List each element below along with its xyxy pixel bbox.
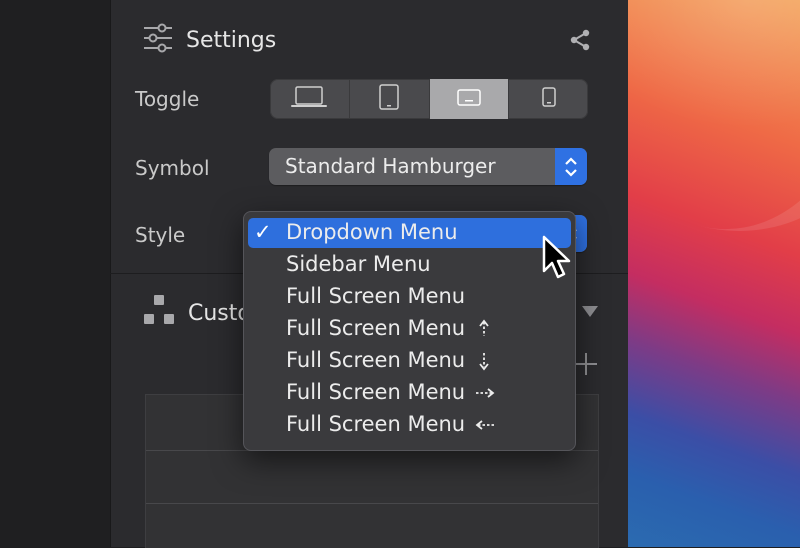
menu-item-full-screen-menu-up[interactable]: Full Screen Menu [248,314,571,344]
settings-header: Settings [142,20,276,60]
arrow-left-icon [474,417,496,436]
custom-section-title: Custo [188,300,251,326]
toggle-tablet-landscape-button[interactable] [429,79,510,119]
device-toggle [270,79,588,119]
symbol-select[interactable]: Standard Hamburger [269,148,587,185]
style-label: Style [135,223,186,247]
menu-item-label: Dropdown Menu [286,220,458,244]
menu-item-label: Full Screen Menu [286,412,466,436]
toggle-tablet-button[interactable] [350,79,430,119]
arrow-up-icon [478,319,490,343]
laptop-icon [289,84,329,114]
menu-item-full-screen-menu[interactable]: Full Screen Menu [248,282,571,312]
share-icon[interactable] [568,28,592,52]
symbol-select-value: Standard Hamburger [285,154,496,178]
menu-item-full-screen-menu-left[interactable]: Full Screen Menu [248,410,571,440]
arrow-right-icon [474,385,496,404]
settings-title: Settings [186,27,277,53]
table-row-divider [146,503,598,504]
add-icon[interactable] [575,353,597,375]
desktop-wallpaper [559,0,800,547]
chevron-updown-icon [555,148,587,185]
custom-section-header: Custo [142,294,251,332]
tablet-landscape-icon [456,87,482,111]
mouse-cursor-icon [541,235,575,283]
menu-item-label: Full Screen Menu [286,284,466,308]
blocks-icon [142,294,176,332]
menu-item-full-screen-menu-right[interactable]: Full Screen Menu [248,378,571,408]
toggle-laptop-button[interactable] [270,79,350,119]
menu-item-dropdown-menu[interactable]: ✓ Dropdown Menu [248,218,571,248]
style-dropdown-menu: ✓ Dropdown Menu Sidebar Menu Full Screen… [243,211,576,451]
menu-item-label: Sidebar Menu [286,252,431,276]
menu-item-sidebar-menu[interactable]: Sidebar Menu [248,250,571,280]
checkmark-icon: ✓ [254,220,272,244]
arrow-down-icon [478,351,490,375]
menu-item-full-screen-menu-down[interactable]: Full Screen Menu [248,346,571,376]
toggle-label: Toggle [135,87,200,111]
toggle-phone-button[interactable] [509,79,588,119]
menu-item-label: Full Screen Menu [286,348,466,372]
tablet-icon [377,83,401,115]
phone-icon [540,86,558,112]
menu-item-label: Full Screen Menu [286,380,466,404]
sliders-icon [142,22,174,58]
symbol-label: Symbol [135,156,210,180]
left-sidebar [0,0,110,547]
collapse-triangle-icon[interactable] [582,306,598,317]
menu-item-label: Full Screen Menu [286,316,466,340]
